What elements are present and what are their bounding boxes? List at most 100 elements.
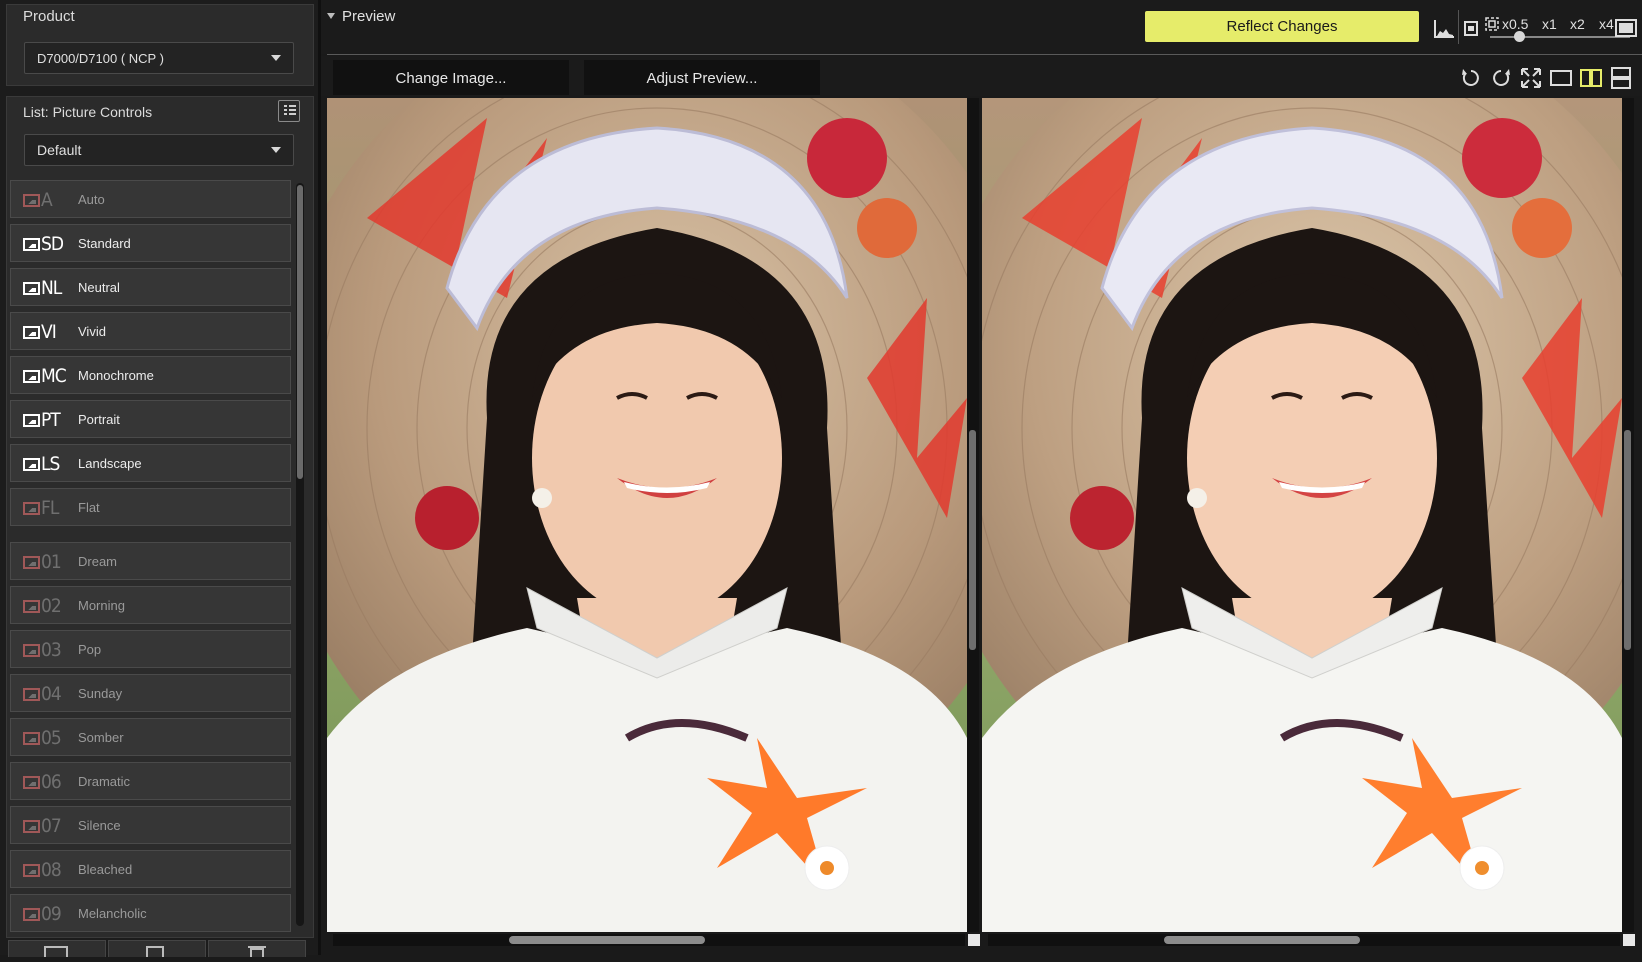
toolbar-separator [1458,10,1459,44]
export-button[interactable] [108,940,206,960]
picture-control-code: 02 [41,595,62,617]
picture-control-item[interactable]: PT Portrait [10,400,291,438]
picture-control-code: MC [41,365,67,387]
picture-control-icon: PT [23,410,67,430]
picture-control-item[interactable]: 08 Bleached [10,850,291,888]
picture-control-icon: 06 [23,772,67,792]
picture-control-icon: 09 [23,904,67,924]
picture-control-item[interactable]: 03 Pop [10,630,291,668]
portrait-photo-original [327,98,967,932]
fit-arrows-icon[interactable] [1519,66,1543,90]
picture-control-label: Morning [78,598,125,613]
picture-control-label: Neutral [78,280,120,295]
picture-control-label: Auto [78,192,105,207]
collapse-triangle-icon[interactable] [327,13,335,19]
picture-control-icon: 04 [23,684,67,704]
product-dropdown[interactable]: D7000/D7100 ( NCP ) [24,42,294,74]
picture-control-icon: FL [23,498,67,518]
picture-control-icon: SD [23,234,67,254]
zoom-label-0[interactable]: x0.5 [1502,16,1528,32]
picture-control-item[interactable]: MC Monochrome [10,356,291,394]
picture-control-icon: VI [23,322,67,342]
list-dropdown-value: Default [37,142,82,158]
picture-control-icon: NL [23,278,67,298]
preview-original[interactable] [327,98,967,932]
picture-control-item[interactable]: 04 Sunday [10,674,291,712]
change-image-button[interactable]: Change Image... [333,60,569,95]
original-vertical-scroll-thumb[interactable] [969,430,976,650]
picture-control-label: Vivid [78,324,106,339]
picture-control-label: Standard [78,236,131,251]
picture-control-item[interactable]: 09 Melancholic [10,894,291,932]
picture-control-item[interactable]: LS Landscape [10,444,291,482]
picture-control-icon: MC [23,366,67,386]
delete-button[interactable] [208,940,306,960]
picture-control-code: 06 [41,771,62,793]
picture-control-code: NL [41,277,62,299]
zoom-label-2[interactable]: x2 [1570,16,1585,32]
zoom-slider-track[interactable] [1490,36,1630,38]
picture-control-label: Dramatic [78,774,131,789]
picture-control-item[interactable]: SD Standard [10,224,291,262]
picture-control-item[interactable]: NL Neutral [10,268,291,306]
picture-control-code: 03 [41,639,62,661]
zoom-label-1[interactable]: x1 [1542,16,1557,32]
picture-control-item[interactable]: 01 Dream [10,542,291,580]
product-dropdown-value: D7000/D7100 ( NCP ) [37,51,164,66]
picture-control-code: 05 [41,727,62,749]
list-dropdown[interactable]: Default [24,134,294,166]
adjust-preview-button[interactable]: Adjust Preview... [584,60,820,95]
zoom-slider-thumb[interactable] [1514,31,1525,42]
picture-control-label: Flat [78,500,100,515]
reflect-changes-button[interactable]: Reflect Changes [1145,11,1419,42]
picture-control-icon: 08 [23,860,67,880]
zoom-label-3[interactable]: x4 [1599,16,1614,32]
rotate-left-icon[interactable] [1459,66,1483,90]
preview-adjusted[interactable] [982,98,1622,932]
open-folder-button[interactable] [8,940,106,960]
original-horizontal-scroll-thumb[interactable] [509,936,705,944]
picture-control-item[interactable]: 02 Morning [10,586,291,624]
picture-control-label: Dream [78,554,118,569]
list-view-icon[interactable] [278,100,300,122]
picture-control-code: 01 [41,551,62,573]
picture-control-item[interactable]: 06 Dramatic [10,762,291,800]
picture-control-label: Landscape [78,456,142,471]
top-bottom-view-icon[interactable] [1609,66,1633,90]
picture-control-icon: A [23,190,67,210]
picture-control-label: Sunday [78,686,123,701]
single-view-icon[interactable] [1549,66,1573,90]
portrait-photo-adjusted [982,98,1622,932]
picture-control-item[interactable]: A Auto [10,180,291,218]
picture-control-icon: 05 [23,728,67,748]
side-by-side-view-icon[interactable] [1579,66,1603,90]
picture-control-item[interactable]: VI Vivid [10,312,291,350]
full-screen-icon[interactable] [1614,16,1638,40]
scroll-corner [968,934,980,946]
picture-control-icon: 01 [23,552,67,572]
picture-control-label: Portrait [78,412,120,427]
adjusted-vertical-scroll-thumb[interactable] [1624,430,1631,650]
adjusted-horizontal-scroll-thumb[interactable] [1164,936,1360,944]
picture-control-item[interactable]: 05 Somber [10,718,291,756]
picture-control-label: Silence [78,818,121,833]
scroll-corner [1623,934,1635,946]
picture-control-code: 07 [41,815,62,837]
picture-control-icon: 02 [23,596,67,616]
picture-control-code: 09 [41,903,62,925]
picture-control-item[interactable]: FL Flat [10,488,291,526]
picture-control-code: 04 [41,683,62,705]
picture-control-item[interactable]: 07 Silence [10,806,291,844]
product-title: Product [23,8,75,25]
histogram-icon[interactable] [1432,16,1456,40]
picture-control-list: A Auto SD Standard NL Neutral VI Vivid MC Monochr… [10,180,292,932]
rotate-right-icon[interactable] [1489,66,1513,90]
picture-control-code: LS [41,453,60,475]
picture-control-code: A [41,189,53,211]
picture-control-code: PT [41,409,61,431]
panel-divider[interactable] [318,0,321,955]
picture-control-code: 08 [41,859,62,881]
picture-control-code: VI [41,321,57,343]
chevron-down-icon [271,55,281,61]
list-scrollbar-thumb[interactable] [297,185,303,479]
